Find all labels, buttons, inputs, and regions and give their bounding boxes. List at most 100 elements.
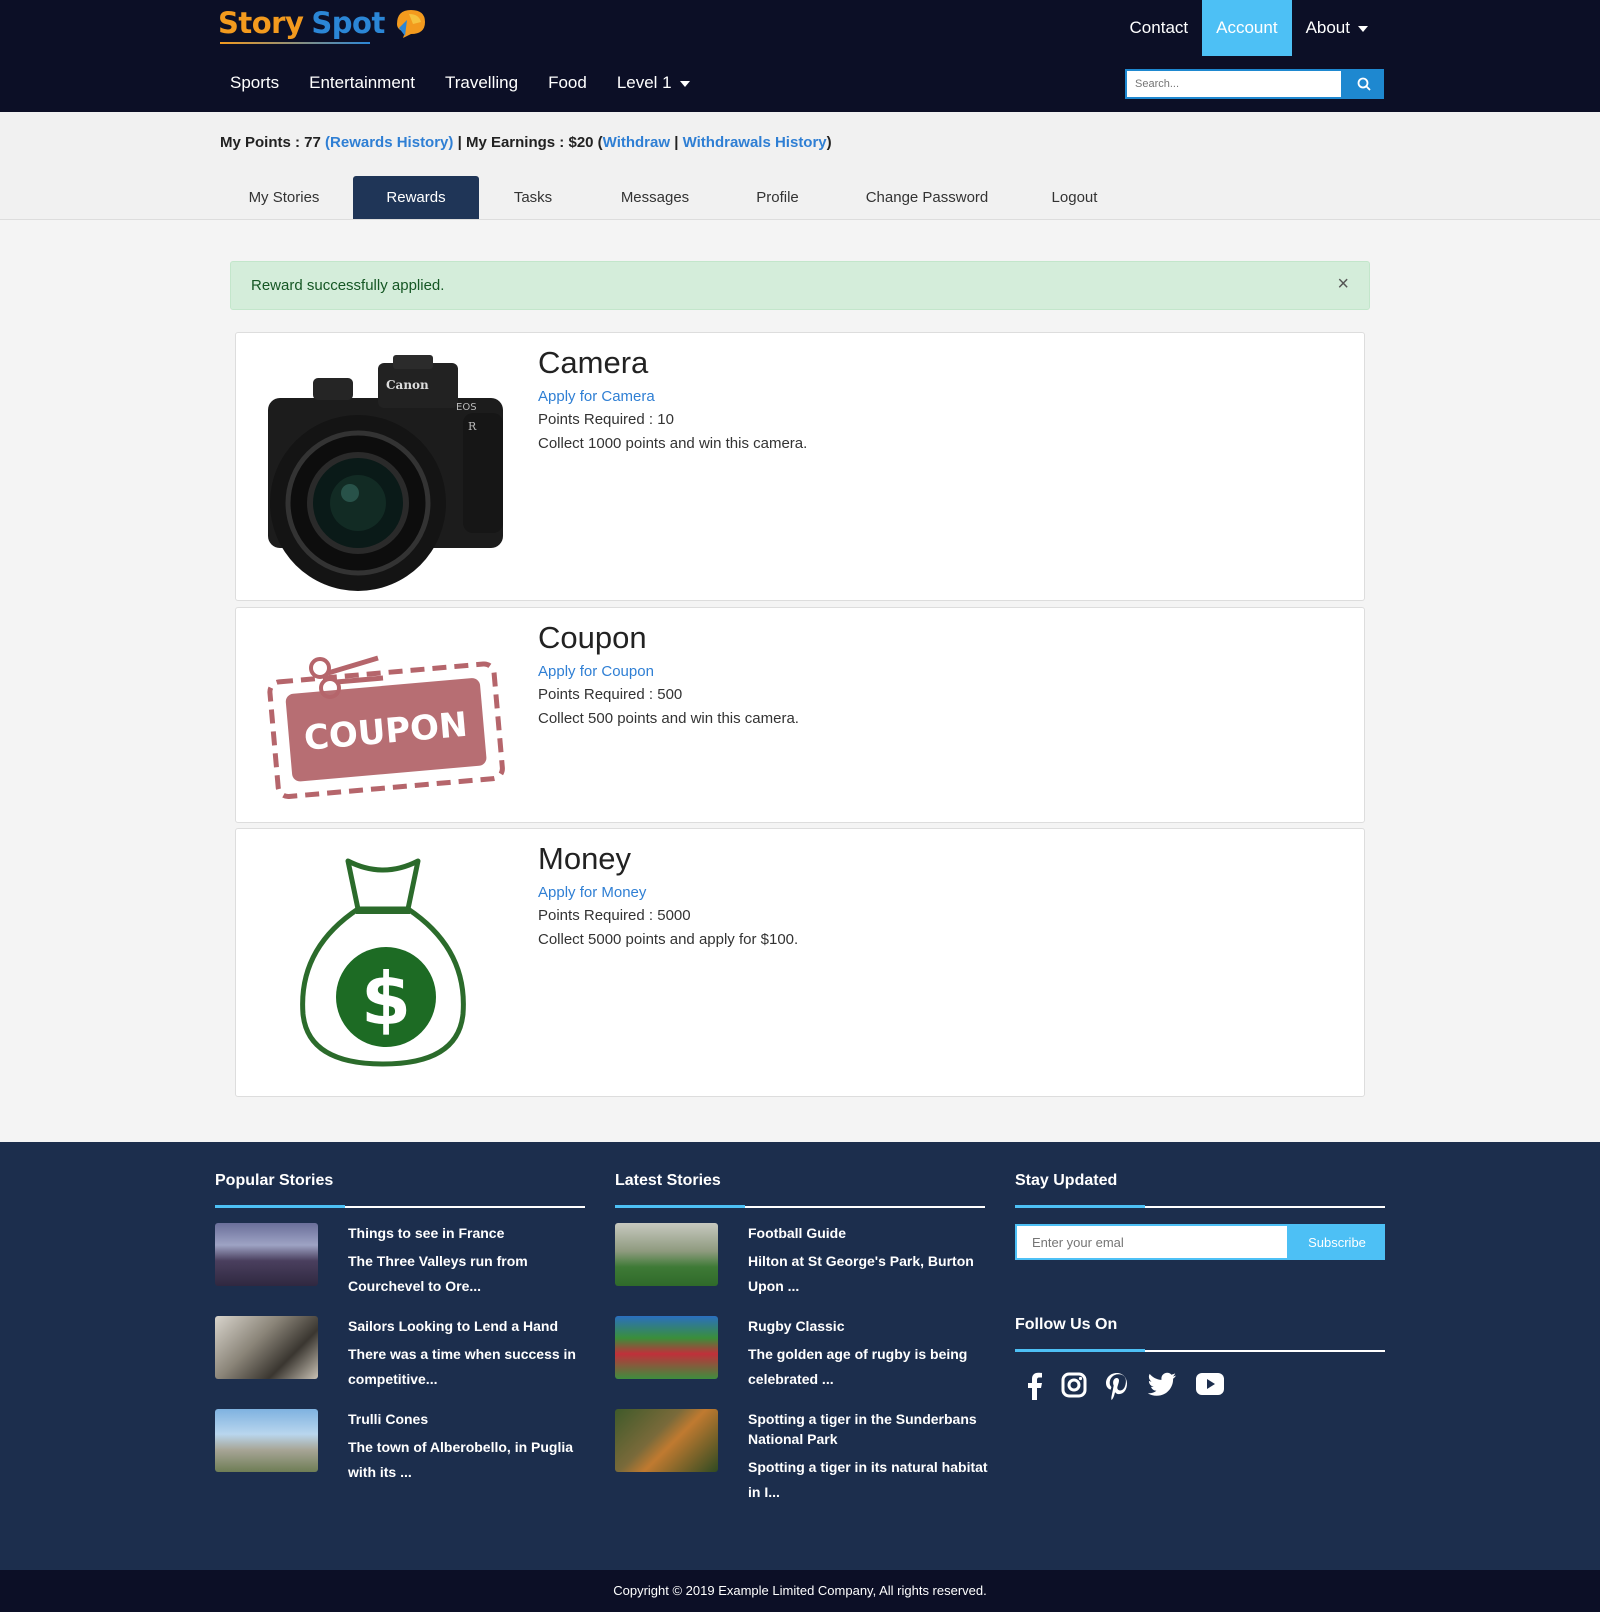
nav-travelling[interactable]: Travelling [430,66,533,100]
list-item[interactable]: Trulli Cones The town of Alberobello, in … [215,1409,585,1502]
reward-description: Collect 500 points and win this camera. [538,710,799,727]
search-bar [1125,69,1384,99]
reward-info: Camera Apply for Camera Points Required … [538,343,807,456]
list-item[interactable]: Spotting a tiger in the Sunderbans Natio… [615,1409,988,1502]
list-item[interactable]: Rugby Classic The golden age of rugby is … [615,1316,985,1409]
rewards-history-link[interactable]: (Rewards History) [325,134,453,151]
tab-messages[interactable]: Messages [587,176,723,220]
tab-logout[interactable]: Logout [1022,176,1127,220]
search-input[interactable] [1125,69,1343,99]
svg-text:R: R [468,420,477,433]
reward-info: Money Apply for Money Points Required : … [538,839,798,952]
withdrawals-history-link[interactable]: Withdrawals History [683,134,827,151]
camera-image: Canon EOS R [258,343,508,598]
points-summary: My Points : 77 (Rewards History) | My Ea… [220,134,832,151]
tab-profile[interactable]: Profile [723,176,832,220]
heading-divider [615,1205,985,1208]
nav-account[interactable]: Account [1202,0,1292,56]
apply-money-link[interactable]: Apply for Money [538,882,798,904]
pinterest-icon[interactable] [1105,1372,1129,1405]
apply-coupon-link[interactable]: Apply for Coupon [538,661,799,683]
site-footer: Popular Stories Things to see in France T… [0,1142,1600,1570]
reward-card-camera: Canon EOS R Camera Apply for Camera Poin… [235,332,1365,601]
logo-chat-icon [396,10,425,38]
separator: | [453,134,466,151]
nav-food[interactable]: Food [533,66,602,100]
heading-divider [1015,1349,1385,1352]
story-title[interactable]: Football Guide [748,1223,988,1243]
story-title[interactable]: Rugby Classic [748,1316,988,1336]
story-excerpt: The town of Alberobello, in Puglia with … [348,1439,574,1480]
tab-rewards[interactable]: Rewards [353,176,479,220]
reward-card-money: $ Money Apply for Money Points Required … [235,828,1365,1097]
list-item[interactable]: Sailors Looking to Lend a Hand There was … [215,1316,585,1409]
success-alert: Reward successfully applied. × [230,261,1370,310]
nav-level-dropdown[interactable]: Level 1 [602,66,705,100]
twitter-icon[interactable] [1147,1372,1177,1405]
nav-about-label: About [1305,18,1350,37]
nav-sports[interactable]: Sports [215,66,294,100]
popular-stories-heading: Popular Stories [215,1172,334,1189]
coupon-image: COUPON [258,618,508,813]
story-title[interactable]: Trulli Cones [348,1409,588,1429]
svg-text:Canon: Canon [386,378,429,392]
reward-description: Collect 5000 points and apply for $100. [538,931,799,948]
subscribe-button[interactable]: Subscribe [1289,1224,1385,1260]
top-nav: Contact Account About [1116,0,1382,56]
logo-underline [220,42,370,44]
close-paren: ) [826,134,832,151]
close-icon[interactable]: × [1337,273,1349,296]
category-nav: Sports Entertainment Travelling Food Lev… [215,66,705,100]
story-excerpt: The Three Valleys run from Courchevel to… [348,1253,528,1294]
story-thumbnail [215,1409,318,1472]
points-required: Points Required : 500 [538,686,683,703]
popular-stories: Popular Stories Things to see in France T… [215,1172,585,1502]
my-points: My Points : 77 [220,134,321,151]
search-button[interactable] [1343,69,1384,99]
instagram-icon[interactable] [1061,1372,1087,1405]
stay-updated: Stay Updated Subscribe Follow Us On [1015,1172,1385,1405]
tab-tasks[interactable]: Tasks [479,176,587,220]
nav-contact[interactable]: Contact [1116,0,1203,56]
story-title[interactable]: Sailors Looking to Lend a Hand [348,1316,588,1336]
chevron-down-icon [679,80,690,87]
search-icon [1357,77,1371,91]
copyright: Copyright © 2019 Example Limited Company… [0,1570,1600,1612]
story-title[interactable]: Spotting a tiger in the Sunderbans Natio… [748,1409,988,1449]
subscribe-form: Subscribe [1015,1224,1385,1260]
story-thumbnail [615,1409,718,1472]
list-item[interactable]: Things to see in France The Three Valleys… [215,1223,585,1316]
story-title[interactable]: Things to see in France [348,1223,588,1243]
reward-card-coupon: COUPON Coupon Apply for Coupon Points Re… [235,607,1365,823]
tab-change-password[interactable]: Change Password [832,176,1022,220]
tab-my-stories[interactable]: My Stories [215,176,353,220]
nav-level-label: Level 1 [616,73,672,92]
separator: | [670,134,683,151]
facebook-icon[interactable] [1025,1372,1043,1405]
my-earnings: My Earnings : $20 ( [465,134,603,151]
story-thumbnail [615,1316,718,1379]
apply-camera-link[interactable]: Apply for Camera [538,386,807,408]
money-bag-image: $ [258,839,508,1084]
latest-stories-heading: Latest Stories [615,1172,721,1189]
main-content: Reward successfully applied. × Canon EOS… [0,220,1600,1142]
reward-title: Camera [538,345,649,380]
story-excerpt: Hilton at St George's Park, Burton Upon … [748,1253,974,1294]
site-logo[interactable]: Story Spot [218,6,427,44]
list-item[interactable]: Football Guide Hilton at St George's Park… [615,1223,985,1316]
story-excerpt: There was a time when success in competi… [348,1346,576,1387]
svg-text:EOS: EOS [456,402,477,413]
email-field[interactable] [1015,1224,1289,1260]
nav-about[interactable]: About [1292,0,1382,56]
follow-us-heading: Follow Us On [1015,1316,1118,1333]
story-thumbnail [215,1223,318,1286]
heading-divider [215,1205,585,1208]
nav-entertainment[interactable]: Entertainment [294,66,430,100]
youtube-icon[interactable] [1195,1372,1225,1405]
stay-updated-heading: Stay Updated [1015,1172,1118,1189]
heading-divider [1015,1205,1385,1208]
latest-stories: Latest Stories Football Guide Hilton at S… [615,1172,988,1502]
withdraw-link[interactable]: Withdraw [603,134,670,151]
reward-title: Money [538,841,632,876]
points-required: Points Required : 10 [538,411,674,428]
